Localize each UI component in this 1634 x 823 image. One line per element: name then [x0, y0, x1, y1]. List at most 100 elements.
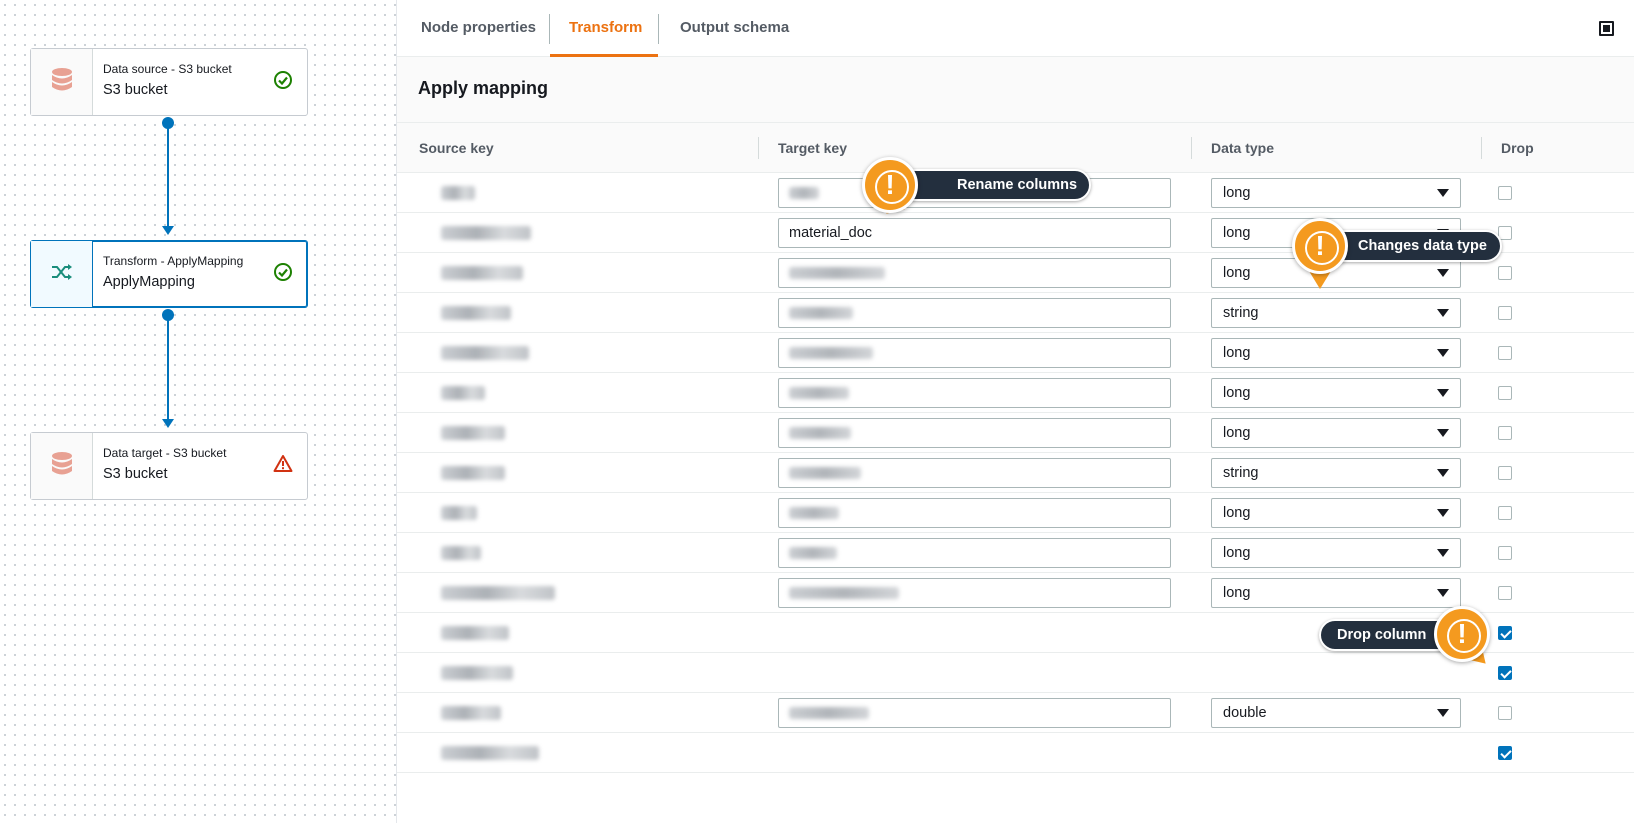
source-key-redacted [441, 706, 501, 720]
target-key-redacted [789, 427, 851, 439]
source-key-redacted [441, 746, 539, 760]
data-type-select[interactable]: long [1211, 338, 1461, 368]
app-root: Data source - S3 bucket S3 bucket Transf… [0, 0, 1634, 823]
drop-checkbox[interactable] [1498, 266, 1512, 280]
callout-rename-columns: Rename columns [899, 169, 1091, 201]
caret-down-icon [1437, 589, 1449, 597]
source-key-redacted [441, 626, 509, 640]
table-row: long [397, 413, 1634, 453]
data-type-select[interactable]: long [1211, 378, 1461, 408]
tab-bar: Node properties Transform Output schema [397, 0, 1634, 57]
caret-down-icon [1437, 309, 1449, 317]
data-type-select[interactable]: string [1211, 298, 1461, 328]
target-key-input[interactable] [778, 498, 1171, 528]
drop-checkbox[interactable] [1498, 306, 1512, 320]
source-key-redacted [441, 546, 481, 560]
drop-checkbox[interactable] [1498, 506, 1512, 520]
node-subtitle: Transform - ApplyMapping [103, 254, 244, 268]
fullscreen-icon[interactable] [1599, 21, 1614, 36]
target-key-input[interactable] [778, 378, 1171, 408]
target-key-redacted [789, 267, 885, 279]
drop-checkbox[interactable] [1498, 466, 1512, 480]
caret-down-icon [1437, 429, 1449, 437]
source-key-redacted [441, 306, 511, 320]
source-key-redacted [441, 226, 531, 240]
drop-checkbox[interactable] [1498, 586, 1512, 600]
data-type-select[interactable]: long [1211, 578, 1461, 608]
header-data-type: Data type [1211, 140, 1275, 156]
node-title: S3 bucket [103, 82, 168, 98]
target-key-redacted [789, 547, 837, 559]
source-key-redacted [441, 186, 475, 200]
tab-output-schema[interactable]: Output schema [680, 0, 789, 57]
header-drop: Drop [1501, 140, 1534, 156]
table-row [397, 733, 1634, 773]
node-subtitle: Data target - S3 bucket [103, 446, 227, 460]
table-row: double [397, 693, 1634, 733]
header-target-key: Target key [778, 140, 847, 156]
drop-badge-icon: ! [1434, 606, 1490, 662]
table-row: long [397, 333, 1634, 373]
node-data-source[interactable]: Data source - S3 bucket S3 bucket [30, 48, 308, 116]
drop-checkbox[interactable] [1498, 426, 1512, 440]
drop-checkbox[interactable] [1498, 346, 1512, 360]
source-key-redacted [441, 426, 505, 440]
mapping-table-header: Source key Target key Data type Drop [397, 123, 1634, 173]
drop-checkbox[interactable] [1498, 666, 1512, 680]
drop-checkbox[interactable] [1498, 746, 1512, 760]
target-key-redacted [789, 707, 869, 719]
properties-panel: Node properties Transform Output schema … [397, 0, 1634, 823]
target-key-input[interactable] [778, 698, 1171, 728]
target-key-input[interactable] [778, 458, 1171, 488]
target-key-input[interactable] [778, 258, 1171, 288]
target-key-redacted [789, 587, 899, 599]
job-canvas[interactable]: Data source - S3 bucket S3 bucket Transf… [0, 0, 397, 823]
source-key-redacted [441, 586, 555, 600]
caret-down-icon [1437, 349, 1449, 357]
target-key-input[interactable] [778, 538, 1171, 568]
target-key-input[interactable] [778, 578, 1171, 608]
data-type-select[interactable]: long [1211, 538, 1461, 568]
table-row: long [397, 573, 1634, 613]
caret-down-icon [1437, 389, 1449, 397]
drop-checkbox[interactable] [1498, 546, 1512, 560]
node-data-target[interactable]: Data target - S3 bucket S3 bucket [30, 432, 308, 500]
database-icon [50, 67, 74, 98]
node-title: ApplyMapping [103, 274, 195, 290]
datatype-badge-icon: ! [1292, 218, 1348, 274]
drop-checkbox[interactable] [1498, 186, 1512, 200]
drop-checkbox[interactable] [1498, 386, 1512, 400]
target-key-redacted [789, 307, 853, 319]
mapping-table-body: long material_doc long long string long long lo… [397, 173, 1634, 773]
target-key-input[interactable] [778, 418, 1171, 448]
drop-checkbox[interactable] [1498, 626, 1512, 640]
data-type-select[interactable]: long [1211, 498, 1461, 528]
data-type-select[interactable]: long [1211, 418, 1461, 448]
section-title: Apply mapping [418, 78, 548, 98]
caret-down-icon [1437, 549, 1449, 557]
data-type-select[interactable]: double [1211, 698, 1461, 728]
check-circle-icon [273, 70, 293, 95]
warning-triangle-icon [273, 454, 293, 478]
node-transform[interactable]: Transform - ApplyMapping ApplyMapping [30, 240, 308, 308]
caret-down-icon [1437, 189, 1449, 197]
target-key-redacted [789, 507, 839, 519]
source-key-redacted [441, 506, 477, 520]
shuffle-icon [51, 263, 73, 286]
data-type-select[interactable]: string [1211, 458, 1461, 488]
caret-down-icon [1437, 709, 1449, 717]
target-key-redacted [789, 467, 861, 479]
caret-down-icon [1437, 269, 1449, 277]
target-key-input[interactable]: material_doc [778, 218, 1171, 248]
tab-node-properties[interactable]: Node properties [421, 0, 536, 57]
tab-transform[interactable]: Transform [569, 0, 642, 57]
source-key-redacted [441, 346, 529, 360]
target-key-input[interactable] [778, 298, 1171, 328]
database-icon [50, 451, 74, 482]
table-row: string [397, 293, 1634, 333]
edge-line [167, 122, 169, 226]
source-key-redacted [441, 266, 523, 280]
drop-checkbox[interactable] [1498, 706, 1512, 720]
data-type-select[interactable]: long [1211, 178, 1461, 208]
target-key-input[interactable] [778, 338, 1171, 368]
